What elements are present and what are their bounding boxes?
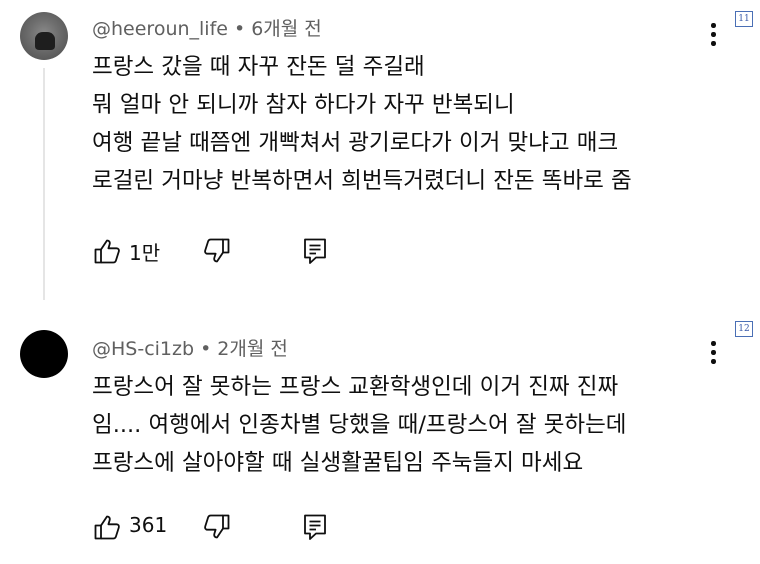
comment-body: 프랑스어 잘 못하는 프랑스 교환학생인데 이거 진짜 진짜 임.... 여행에… xyxy=(92,368,627,482)
username-link[interactable]: @HS-ci1zb xyxy=(92,338,194,360)
comment-thread-1: @heeroun_life • 6개월 전 프랑스 갔을 때 자꾸 잔돈 덜 주길래… xyxy=(0,0,760,300)
comment-line: 뭐 얼마 안 되니까 참자 하다가 자꾸 반복되니 xyxy=(92,92,515,118)
avatar[interactable] xyxy=(20,12,68,60)
header-separator: • xyxy=(200,338,212,360)
index-tag: 12 xyxy=(735,321,753,337)
username-link[interactable]: @heeroun_life xyxy=(92,18,228,40)
like-count: 1만 xyxy=(129,241,161,265)
like-count: 361 xyxy=(129,513,168,537)
more-vertical-icon[interactable] xyxy=(703,20,723,50)
comment-line: 여행 끝날 때쯤엔 개빡쳐서 광기로다가 이거 맞냐고 매크 xyxy=(92,130,619,156)
comment-line: 프랑스어 잘 못하는 프랑스 교환학생인데 이거 진짜 진짜 xyxy=(92,374,619,400)
header-separator: • xyxy=(233,18,246,40)
comment-timestamp[interactable]: 6개월 전 xyxy=(251,18,322,40)
thumbs-up-icon[interactable] xyxy=(92,236,122,266)
comment-body: 프랑스 갔을 때 자꾸 잔돈 덜 주길래 뭐 얼마 안 되니까 참자 하다가 자… xyxy=(92,48,632,200)
reply-comment-icon[interactable] xyxy=(300,236,330,266)
comment-line: 임.... 여행에서 인종차별 당했을 때/프랑스어 잘 못하는데 xyxy=(92,412,627,438)
index-tag: 11 xyxy=(735,11,753,27)
comment-line: 프랑스에 살아야할 때 실생활꿀팁임 주눅들지 마세요 xyxy=(92,450,584,476)
reply-comment-icon[interactable] xyxy=(300,512,330,542)
avatar[interactable] xyxy=(20,330,68,378)
thumbs-down-icon[interactable] xyxy=(202,512,232,542)
thumbs-down-icon[interactable] xyxy=(202,236,232,266)
menu-dot xyxy=(711,341,716,346)
menu-dot xyxy=(711,350,716,355)
menu-dot xyxy=(711,23,716,28)
menu-dot xyxy=(711,41,716,46)
avatar-figure xyxy=(35,32,55,50)
comment-header: @HS-ci1zb • 2개월 전 xyxy=(92,334,288,361)
comment-timestamp[interactable]: 2개월 전 xyxy=(217,338,288,360)
more-vertical-icon[interactable] xyxy=(703,338,723,368)
comment-header: @heeroun_life • 6개월 전 xyxy=(92,14,322,41)
comment-thread-2: @HS-ci1zb • 2개월 전 프랑스어 잘 못하는 프랑스 교환학생인데 이거… xyxy=(0,318,760,564)
comment-line: 로걸린 거마냥 반복하면서 희번득거렸더니 잔돈 똑바로 줌 xyxy=(92,168,632,194)
menu-dot xyxy=(711,32,716,37)
thread-line xyxy=(43,68,45,300)
comment-line: 프랑스 갔을 때 자꾸 잔돈 덜 주길래 xyxy=(92,54,425,80)
menu-dot xyxy=(711,359,716,364)
thumbs-up-icon[interactable] xyxy=(92,512,122,542)
